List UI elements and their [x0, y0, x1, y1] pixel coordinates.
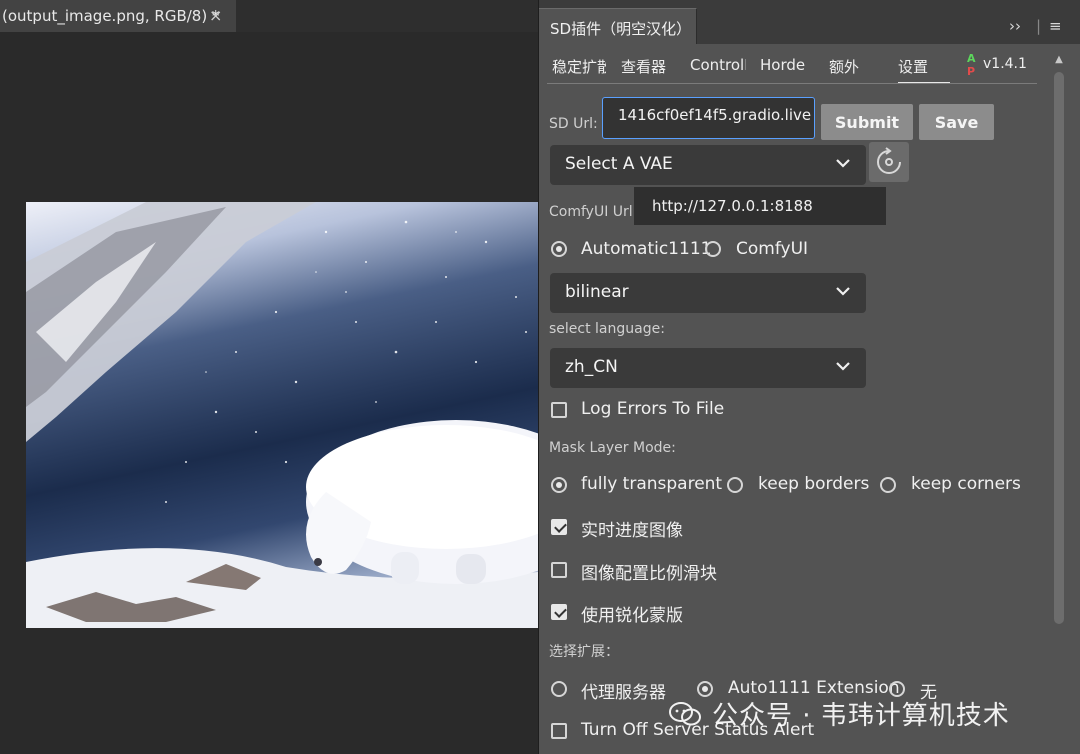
- option-fully-transparent: fully transparent: [581, 474, 723, 494]
- watermark: 公众号 · 韦玮计算机技术: [668, 695, 1010, 732]
- save-button[interactable]: Save: [919, 104, 994, 140]
- tab-settings[interactable]: 设置: [898, 56, 950, 84]
- sd-plugin-panel: SD插件（明空汉化） ›› | ≡ 稳定扩散 查看器 ControlNet Ho…: [538, 0, 1080, 754]
- option-keep-borders: keep borders: [758, 474, 870, 494]
- language-label: select language:: [549, 321, 665, 337]
- close-icon[interactable]: ×: [209, 6, 222, 25]
- language-select[interactable]: zh_CN: [550, 348, 866, 388]
- document-tab-title: (output_image.png, RGB/8) *: [2, 7, 220, 25]
- separator: |: [1036, 17, 1042, 35]
- panel-tabs: 稳定扩散 查看器 ControlNet Horde 额外 设置: [539, 46, 1039, 86]
- vae-select[interactable]: Select A VAE: [550, 145, 866, 185]
- menu-icon[interactable]: ≡: [1049, 17, 1062, 35]
- option-keep-corners: keep corners: [911, 474, 1021, 494]
- watermark-text: 公众号 · 韦玮计算机技术: [712, 701, 1010, 731]
- chevron-down-icon: [836, 287, 850, 296]
- expand-icon[interactable]: ››: [1009, 17, 1021, 35]
- radio-keep-borders[interactable]: [727, 477, 743, 493]
- ratio-slider-checkbox[interactable]: [551, 562, 567, 578]
- comfyui-url-tooltip: http://127.0.0.1:8188: [634, 187, 886, 225]
- radio-automatic1111[interactable]: [551, 241, 567, 257]
- comfyui-url-label: ComfyUI Url:: [549, 204, 638, 220]
- canvas-image: [26, 202, 538, 628]
- refresh-icon: [877, 147, 901, 174]
- mask-mode-label: Mask Layer Mode:: [549, 440, 676, 456]
- realtime-progress-label: 实时进度图像: [581, 521, 683, 541]
- tab-controlnet[interactable]: ControlNet: [690, 56, 746, 74]
- refresh-button[interactable]: [869, 142, 909, 182]
- vae-select-value: Select A VAE: [565, 154, 673, 174]
- extension-label: 选择扩展：: [549, 644, 619, 660]
- radio-proxy-server[interactable]: [551, 681, 567, 697]
- log-errors-checkbox[interactable]: [551, 402, 567, 418]
- version-label: v1.4.1: [983, 56, 1027, 72]
- server-alert-checkbox[interactable]: [551, 723, 567, 739]
- option-comfyui: ComfyUI: [736, 239, 809, 259]
- upscaler-select[interactable]: bilinear: [550, 273, 866, 313]
- panel-title[interactable]: SD插件（明空汉化）: [539, 8, 697, 44]
- wechat-icon: [669, 701, 701, 725]
- scroll-thumb[interactable]: [1054, 72, 1064, 624]
- document-tab[interactable]: (output_image.png, RGB/8) * ×: [0, 0, 236, 32]
- log-errors-label: Log Errors To File: [581, 399, 725, 419]
- tab-horde[interactable]: Horde: [760, 56, 805, 74]
- panel-header: SD插件（明空汉化） ›› | ≡: [539, 0, 1080, 44]
- radio-comfyui[interactable]: [705, 241, 721, 257]
- submit-button[interactable]: Submit: [821, 104, 913, 140]
- chevron-down-icon: [836, 362, 850, 371]
- option-automatic1111: Automatic1111: [581, 239, 712, 259]
- panel-scrollbar[interactable]: ▲: [1052, 54, 1066, 754]
- tab-stable-diffusion[interactable]: 稳定扩散: [552, 56, 606, 77]
- radio-fully-transparent[interactable]: [551, 477, 567, 493]
- scroll-up-icon[interactable]: ▲: [1052, 54, 1066, 68]
- ap-logo: AP: [967, 52, 976, 78]
- sharpen-mask-label: 使用锐化蒙版: [581, 606, 683, 626]
- chevron-down-icon: [836, 159, 850, 168]
- tab-extras[interactable]: 额外: [829, 56, 859, 77]
- tabs-divider: [547, 83, 1037, 84]
- upscaler-select-value: bilinear: [565, 282, 629, 302]
- language-select-value: zh_CN: [565, 357, 618, 377]
- sd-url-label: SD Url:: [549, 116, 598, 132]
- ratio-slider-label: 图像配置比例滑块: [581, 564, 717, 584]
- tab-viewer[interactable]: 查看器: [621, 56, 666, 77]
- option-proxy-server: 代理服务器: [581, 683, 666, 703]
- sd-url-input[interactable]: 1416cf0ef14f5.gradio.live: [602, 97, 815, 139]
- tab-strip: [236, 0, 538, 32]
- sharpen-mask-checkbox[interactable]: [551, 604, 567, 620]
- radio-keep-corners[interactable]: [880, 477, 896, 493]
- realtime-progress-checkbox[interactable]: [551, 519, 567, 535]
